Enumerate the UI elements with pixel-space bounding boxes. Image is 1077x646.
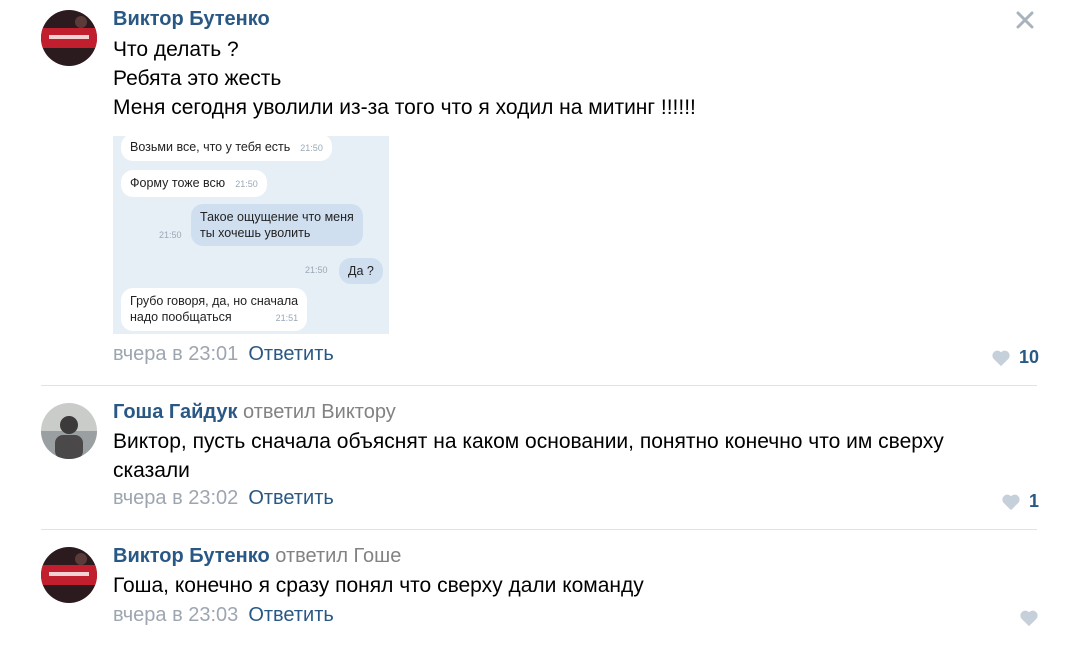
comment-line: Гоша, конечно я сразу понял что сверху д… — [113, 574, 644, 597]
chat-message-text: Форму тоже всю — [130, 176, 226, 190]
author-link[interactable]: Гоша Гайдук — [113, 401, 237, 423]
heart-icon — [992, 350, 1010, 366]
like-count: 10 — [1018, 347, 1039, 367]
like-button[interactable]: 10 — [991, 347, 1039, 368]
chat-message-time: 21:50 — [300, 143, 323, 153]
chat-bubble-incoming: Возьми все, что у тебя есть 21:50 — [121, 136, 332, 161]
author-link[interactable]: Виктор Бутенко — [113, 545, 270, 567]
author-name: Гоша Гайдук ответил Виктору — [113, 401, 396, 424]
close-icon[interactable] — [1013, 8, 1037, 32]
heart-icon — [1002, 494, 1020, 510]
reply-button[interactable]: Ответить — [248, 604, 334, 626]
comment-text: Виктор, пусть сначала объяснят на каком … — [113, 427, 944, 485]
comment-line: Что делать ? — [113, 38, 239, 61]
comment-line: Ребята это жесть — [113, 67, 282, 90]
comment-line: Виктор, пусть сначала объяснят на каком … — [113, 430, 944, 453]
avatar[interactable] — [41, 403, 97, 459]
chat-message-text: ты хочешь уволить — [200, 226, 311, 240]
like-button[interactable] — [1019, 609, 1039, 627]
comment-meta: вчера в 23:03 Ответить — [113, 604, 334, 627]
divider — [41, 529, 1037, 530]
chat-bubble-outgoing: Да ? — [339, 258, 383, 284]
author-name[interactable]: Виктор Бутенко — [113, 8, 270, 31]
chat-message-text: Грубо говоря, да, но сначала — [130, 294, 299, 308]
comment-meta: вчера в 23:02 Ответить — [113, 487, 334, 510]
like-button[interactable]: 1 — [1001, 491, 1039, 512]
chat-message-text: Да ? — [348, 264, 374, 278]
chat-message-time: 21:50 — [235, 179, 258, 189]
chat-bubble-incoming: Форму тоже всю 21:50 — [121, 170, 267, 197]
chat-bubble-incoming: Грубо говоря, да, но сначала надо пообща… — [121, 288, 308, 331]
heart-icon — [1020, 610, 1038, 627]
reply-button[interactable]: Ответить — [248, 343, 334, 365]
timestamp[interactable]: вчера в 23:02 — [113, 487, 238, 509]
chat-message-text: Возьми все, что у тебя есть — [130, 140, 291, 154]
reply-to-label[interactable]: ответил Виктору — [243, 401, 396, 423]
timestamp[interactable]: вчера в 23:03 — [113, 604, 238, 626]
reply-to-label[interactable]: ответил Гоше — [275, 545, 401, 567]
author-name: Виктор Бутенко ответил Гоше — [113, 545, 401, 568]
chat-message-time: 21:50 — [159, 230, 182, 240]
comment-meta: вчера в 23:01 Ответить — [113, 343, 334, 366]
comment-text: Что делать ? Ребята это жесть Меня сегод… — [113, 35, 696, 122]
divider — [41, 385, 1037, 386]
chat-message-text: надо пообщаться — [130, 310, 232, 324]
chat-message-text: Такое ощущение что меня — [200, 210, 354, 224]
chat-bubble-outgoing: Такое ощущение что меня ты хочешь уволит… — [191, 204, 363, 246]
comment-text: Гоша, конечно я сразу понял что сверху д… — [113, 571, 644, 600]
reply-button[interactable]: Ответить — [248, 487, 334, 509]
like-count: 1 — [1028, 491, 1039, 511]
avatar[interactable] — [41, 10, 97, 66]
attached-image[interactable]: Возьми все, что у тебя есть 21:50 Форму т… — [113, 136, 389, 334]
comment-line: сказали — [113, 459, 190, 482]
chat-message-time: 21:50 — [305, 265, 328, 275]
author-link[interactable]: Виктор Бутенко — [113, 8, 270, 30]
comment-line: Меня сегодня уволили из-за того что я хо… — [113, 96, 696, 119]
chat-message-time: 21:51 — [275, 313, 299, 323]
timestamp[interactable]: вчера в 23:01 — [113, 343, 238, 365]
avatar[interactable] — [41, 547, 97, 603]
